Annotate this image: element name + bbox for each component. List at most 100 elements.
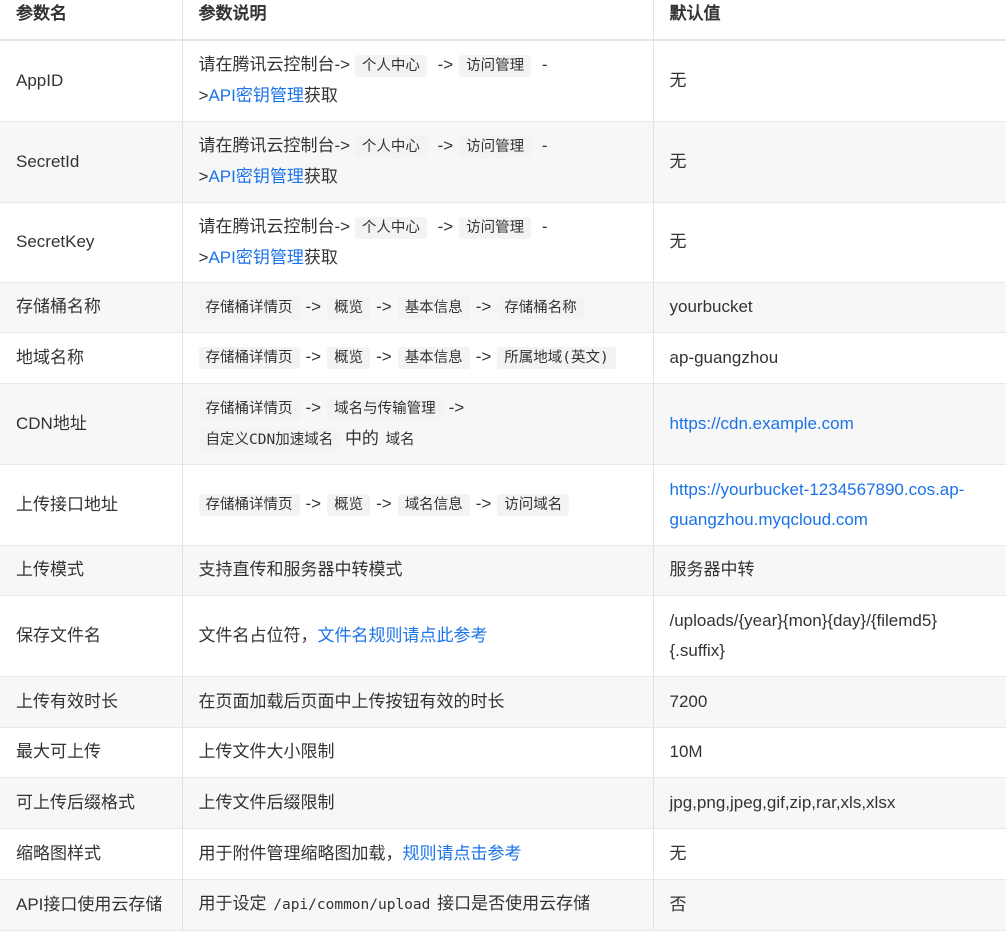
param-default: https://cdn.example.com — [653, 383, 1006, 465]
param-desc: 存储桶详情页 -> 域名与传输管理 -> 自定义CDN加速域名 中的 域名 — [182, 383, 654, 465]
table-row: 上传接口地址 存储桶详情页 -> 概览 -> 域名信息 -> 访问域名 https://yo… — [0, 464, 1006, 546]
param-default: 无 — [653, 121, 1006, 203]
param-name: 上传接口地址 — [0, 464, 183, 546]
param-desc: 用于设定 /api/common/upload 接口是否使用云存储 — [182, 879, 654, 931]
text-fragment: 获取 — [303, 247, 338, 267]
text-fragment: -> — [448, 397, 465, 417]
param-default: 无 — [653, 40, 1006, 122]
text-fragment: /uploads/{year}{mon}{day}/{filemd5} — [669, 610, 938, 630]
filename-rule-link[interactable]: 文件名规则请点此参考 — [318, 626, 488, 645]
param-name: AppID — [0, 40, 183, 122]
param-name: 缩略图样式 — [0, 828, 183, 880]
param-name: SecretKey — [0, 202, 183, 283]
table-row: 存储桶名称 存储桶详情页 -> 概览 -> 基本信息 -> 存储桶名称 yourbucket — [0, 282, 1006, 333]
text-fragment: 中的 — [344, 428, 379, 448]
text-fragment: -> — [305, 296, 322, 316]
text-fragment: 请在腾讯云控制台-> — [198, 136, 351, 155]
table-row: 上传模式 支持直传和服务器中转模式 服务器中转 — [0, 545, 1006, 596]
text-fragment: -> — [475, 494, 492, 513]
table-row: 最大可上传 上传文件大小限制 10M — [0, 727, 1006, 778]
text-fragment: 获取 — [303, 167, 338, 186]
param-default: /uploads/{year}{mon}{day}/{filemd5} {.suf… — [653, 595, 1006, 677]
text-fragment: -> — [305, 397, 322, 417]
param-desc: 上传文件大小限制 — [182, 727, 654, 778]
param-name: SecretId — [0, 121, 183, 203]
inline-code: 访问域名 — [497, 494, 570, 516]
inline-code: 访问管理 — [459, 216, 532, 239]
text-fragment: guangzhou.myqcloud.com — [669, 509, 868, 529]
header-param-name: 参数名 — [0, 0, 183, 41]
param-default: 7200 — [653, 676, 1006, 728]
inline-code: 域名信息 — [397, 494, 470, 516]
table-row: 地域名称 存储桶详情页 -> 概览 -> 基本信息 -> 所属地域(英文) ap-guang… — [0, 332, 1006, 384]
inline-code: 个人中心 — [354, 216, 427, 239]
table-row: 保存文件名 文件名占位符，文件名规则请点此参考 /uploads/{year}{… — [0, 595, 1006, 677]
text-fragment: -> — [376, 296, 392, 316]
param-name: CDN地址 — [0, 383, 183, 465]
text-fragment: -> — [437, 216, 454, 236]
api-key-link[interactable]: API密钥管理 — [208, 248, 303, 267]
cdn-url-link[interactable]: https://cdn.example.com — [670, 414, 854, 433]
inline-code: 存储桶详情页 — [198, 347, 300, 369]
inline-code: 自定义CDN加速域名 — [198, 428, 341, 451]
text-fragment: -> — [305, 494, 322, 513]
inline-code: /api/common/upload — [273, 897, 431, 913]
inline-code: 概览 — [327, 296, 371, 319]
param-default: yourbucket — [653, 282, 1006, 333]
param-desc: 请在腾讯云控制台-> 个人中心 -> 访问管理 - >API密钥管理获取 — [182, 202, 654, 283]
table-row: 缩略图样式 用于附件管理缩略图加载，规则请点击参考 无 — [0, 828, 1006, 880]
text-fragment: -> — [437, 55, 454, 75]
inline-code: 概览 — [327, 347, 371, 369]
inline-code: 域名 — [385, 431, 415, 448]
table-row: 可上传后缀格式 上传文件后缀限制 jpg,png,jpeg,gif,zip,ra… — [0, 777, 1006, 829]
param-default: 否 — [653, 879, 1006, 931]
inline-code: 基本信息 — [397, 296, 470, 319]
upload-url-link[interactable]: https://yourbucket-1234567890.cos.ap-gua… — [670, 480, 965, 529]
text-fragment: > — [198, 167, 209, 186]
inline-code: 个人中心 — [354, 136, 427, 158]
text-fragment: -> — [437, 136, 454, 155]
table-row: CDN地址 存储桶详情页 -> 域名与传输管理 -> 自定义CDN加速域名 中的 域名 … — [0, 383, 1006, 465]
table-row: AppID 请在腾讯云控制台-> 个人中心 -> 访问管理 - >API密钥管理获取… — [0, 40, 1006, 122]
param-name: 保存文件名 — [0, 595, 183, 677]
inline-code: 个人中心 — [354, 55, 427, 78]
inline-code: 基本信息 — [397, 347, 470, 369]
table-header-row: 参数名 参数说明 默认值 — [0, 0, 1006, 41]
param-default: 无 — [653, 202, 1006, 283]
params-table: 参数名 参数说明 默认值 AppID 请在腾讯云控制台-> 个人中心 -> 访问管… — [0, 0, 1006, 931]
table-row: API接口使用云存储 用于设定 /api/common/upload 接口是否使… — [0, 879, 1006, 931]
text-fragment: -> — [475, 296, 492, 316]
table-row: 上传有效时长 在页面加载后页面中上传按钮有效的时长 7200 — [0, 676, 1006, 728]
text-fragment: > — [198, 86, 209, 106]
inline-code: 概览 — [327, 494, 371, 516]
header-default: 默认值 — [653, 0, 1006, 41]
text-fragment: -> — [376, 347, 392, 366]
param-desc: 在页面加载后页面中上传按钮有效的时长 — [182, 676, 654, 728]
thumb-rule-link[interactable]: 规则请点击参考 — [403, 844, 522, 863]
text-fragment: - — [541, 216, 548, 236]
text-fragment: -> — [305, 347, 322, 366]
param-name: 最大可上传 — [0, 727, 183, 778]
param-default: 10M — [653, 727, 1006, 778]
api-key-link[interactable]: API密钥管理 — [208, 86, 303, 105]
header-param-desc: 参数说明 — [182, 0, 654, 41]
text-fragment: 接口是否使用云存储 — [437, 894, 591, 913]
text-fragment: - — [541, 55, 548, 75]
text-fragment: -> — [376, 494, 392, 513]
param-name: 地域名称 — [0, 332, 183, 384]
inline-code: 存储桶详情页 — [198, 296, 300, 319]
inline-code: 存储桶名称 — [497, 296, 584, 319]
text-fragment: -> — [475, 347, 492, 366]
param-name: 上传模式 — [0, 545, 183, 596]
inline-code: 域名与传输管理 — [327, 397, 443, 420]
text-fragment: https://yourbucket-1234567890.cos.ap- — [669, 479, 965, 499]
inline-code: 所属地域(英文) — [497, 347, 616, 369]
param-desc: 请在腾讯云控制台-> 个人中心 -> 访问管理 - >API密钥管理获取 — [182, 40, 654, 122]
api-key-link[interactable]: API密钥管理 — [208, 167, 303, 186]
table-row: SecretKey 请在腾讯云控制台-> 个人中心 -> 访问管理 - >API密钥… — [0, 202, 1006, 283]
text-fragment: 文件名占位符， — [198, 625, 318, 645]
param-default: https://yourbucket-1234567890.cos.ap-gua… — [653, 464, 1006, 546]
param-desc: 存储桶详情页 -> 概览 -> 基本信息 -> 存储桶名称 — [182, 282, 654, 333]
param-name: 上传有效时长 — [0, 676, 183, 728]
inline-code: 访问管理 — [459, 136, 532, 158]
